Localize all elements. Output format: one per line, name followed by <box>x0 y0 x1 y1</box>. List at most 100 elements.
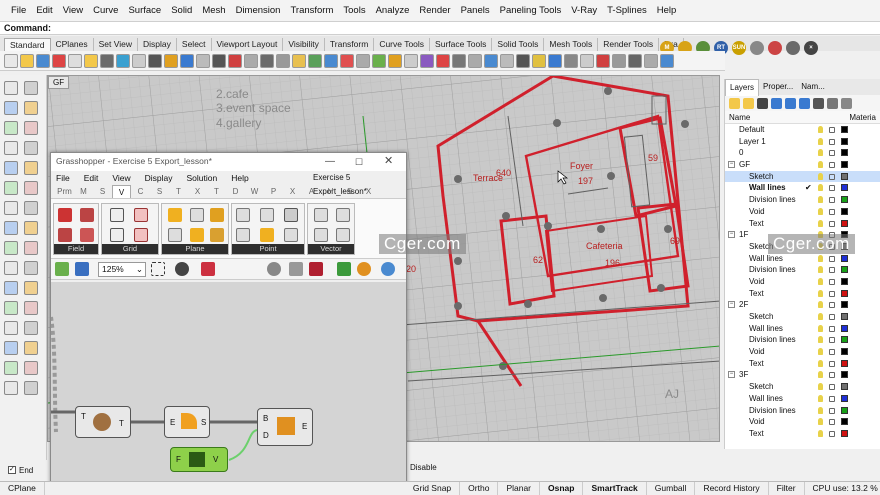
layer-color-swatch[interactable] <box>841 219 848 227</box>
tool-rectangle-icon[interactable] <box>24 141 38 155</box>
curve-icon[interactable] <box>500 53 514 68</box>
select-icon[interactable] <box>212 53 226 68</box>
mesh-icon[interactable] <box>612 53 626 68</box>
tool-analyze-icon[interactable] <box>24 321 38 335</box>
status-osnap[interactable]: Osnap <box>540 482 584 495</box>
menu-panels[interactable]: Panels <box>456 0 495 21</box>
toolbar-tab-curve-tools[interactable]: Curve Tools <box>374 38 431 51</box>
grid-rect-icon[interactable] <box>110 228 124 242</box>
gh-tab-16[interactable]: X <box>359 185 378 198</box>
preview-material-icon[interactable] <box>357 262 371 276</box>
layer-color-swatch[interactable] <box>841 161 848 169</box>
status-filter[interactable]: Filter <box>769 482 805 495</box>
layer-color-swatch[interactable] <box>841 394 848 402</box>
preview-wire-icon[interactable] <box>267 262 281 276</box>
layer-lock-icon[interactable] <box>829 314 835 320</box>
gh-menu-help[interactable]: Help <box>231 171 248 185</box>
gh-tab-7[interactable]: X <box>188 185 207 198</box>
tool-circle-icon[interactable] <box>4 121 18 135</box>
gh-tab-1[interactable]: M <box>74 185 93 198</box>
layer-row[interactable]: Void <box>725 276 880 288</box>
status-cplane[interactable]: CPlane <box>0 482 45 495</box>
toolbar-tab-set-view[interactable]: Set View <box>94 38 139 51</box>
undo-icon[interactable] <box>116 53 130 68</box>
layer-visible-icon[interactable] <box>818 324 823 332</box>
panel-tab-2[interactable]: Nam... <box>797 79 829 95</box>
zoom-window-icon[interactable] <box>164 53 178 68</box>
layer-color-swatch[interactable] <box>841 196 848 204</box>
gh-menu-solution[interactable]: Solution <box>187 171 218 185</box>
layer-lock-icon[interactable] <box>829 278 835 285</box>
tool-loft-icon[interactable] <box>24 201 38 215</box>
save-file-icon[interactable] <box>75 262 89 276</box>
plane-origin-icon[interactable] <box>190 228 204 242</box>
layer-lock-icon[interactable] <box>829 255 835 262</box>
status-planar[interactable]: Planar <box>498 482 541 495</box>
layer-row[interactable]: Default <box>725 124 880 136</box>
layer-visible-icon[interactable] <box>818 161 823 169</box>
layer-lock-icon[interactable] <box>829 337 835 344</box>
gh-tab-12[interactable]: X <box>283 185 302 198</box>
preview-eye-icon[interactable] <box>175 262 189 276</box>
vray-frame-icon[interactable] <box>768 41 782 55</box>
close-button[interactable]: ✕ <box>384 153 393 169</box>
layer-row[interactable]: Sketch <box>725 381 880 393</box>
layer-row[interactable]: Text <box>725 358 880 370</box>
layer-color-swatch[interactable] <box>841 289 848 297</box>
gumball-icon[interactable] <box>436 53 450 68</box>
collapse-icon[interactable]: − <box>728 301 735 309</box>
preview-shaded-icon[interactable] <box>309 262 323 276</box>
layer-row[interactable]: Wall lines <box>725 393 880 405</box>
point-cloud-icon[interactable] <box>284 208 298 222</box>
menu-v-ray[interactable]: V-Ray <box>566 0 602 21</box>
layer-color-swatch[interactable] <box>841 254 848 262</box>
layer-visible-icon[interactable] <box>818 254 823 262</box>
snap-icon[interactable] <box>388 53 402 68</box>
layer-row[interactable]: Text <box>725 218 880 230</box>
tool-extrude-icon[interactable] <box>4 201 18 215</box>
gh-tab-5[interactable]: S <box>150 185 169 198</box>
tool-box-icon[interactable] <box>4 181 18 195</box>
tool-rotate-icon[interactable] <box>24 281 38 295</box>
layer-row[interactable]: Sketch <box>725 311 880 323</box>
layer-color-swatch[interactable] <box>841 149 848 157</box>
tool-sphere-icon[interactable] <box>24 161 38 175</box>
menu-mesh[interactable]: Mesh <box>197 0 230 21</box>
dim-icon[interactable] <box>644 53 658 68</box>
tool-polygon-icon[interactable] <box>4 161 18 175</box>
material-icon[interactable] <box>340 53 354 68</box>
gh-tab-13[interactable]: A <box>302 185 321 198</box>
mirror-icon[interactable] <box>276 53 290 68</box>
tool-point-icon[interactable] <box>24 81 38 95</box>
plane-align-icon[interactable] <box>190 208 204 222</box>
point-xyz-icon[interactable] <box>236 208 250 222</box>
tools-icon[interactable] <box>827 97 838 109</box>
layer-visible-icon[interactable] <box>818 277 823 285</box>
layer-visible-icon[interactable] <box>818 348 823 356</box>
tool-trim-icon[interactable] <box>24 261 38 275</box>
open-icon[interactable] <box>20 53 34 68</box>
layer-color-swatch[interactable] <box>841 371 848 379</box>
maximize-button[interactable]: ☐ <box>355 154 363 170</box>
status-grid-snap[interactable]: Grid Snap <box>405 482 461 495</box>
menu-tools[interactable]: Tools <box>338 0 370 21</box>
gh-tab-0[interactable]: Prm <box>55 185 74 198</box>
tool-move-icon[interactable] <box>4 281 18 295</box>
layer-visible-icon[interactable] <box>818 371 823 379</box>
layer-lock-icon[interactable] <box>829 162 835 169</box>
layer-color-swatch[interactable] <box>841 207 848 215</box>
sketch-icon[interactable] <box>151 262 165 276</box>
layer-row[interactable]: Layer 1 <box>725 136 880 148</box>
layer-color-swatch[interactable] <box>841 266 848 274</box>
gh-tab-10[interactable]: W <box>245 185 264 198</box>
gh-tab-8[interactable]: T <box>207 185 226 198</box>
layer-visible-icon[interactable] <box>818 429 823 437</box>
layer-visible-icon[interactable] <box>818 336 823 344</box>
toolbar-tab-cplanes[interactable]: CPlanes <box>51 38 94 51</box>
panel-tab-1[interactable]: Proper... <box>759 79 797 95</box>
gh-tab-4[interactable]: C <box>131 185 150 198</box>
point-closest-icon[interactable] <box>284 228 298 242</box>
layer-color-swatch[interactable] <box>841 126 848 133</box>
layer-lock-icon[interactable] <box>829 302 835 309</box>
vray-settings-icon[interactable] <box>786 41 800 55</box>
